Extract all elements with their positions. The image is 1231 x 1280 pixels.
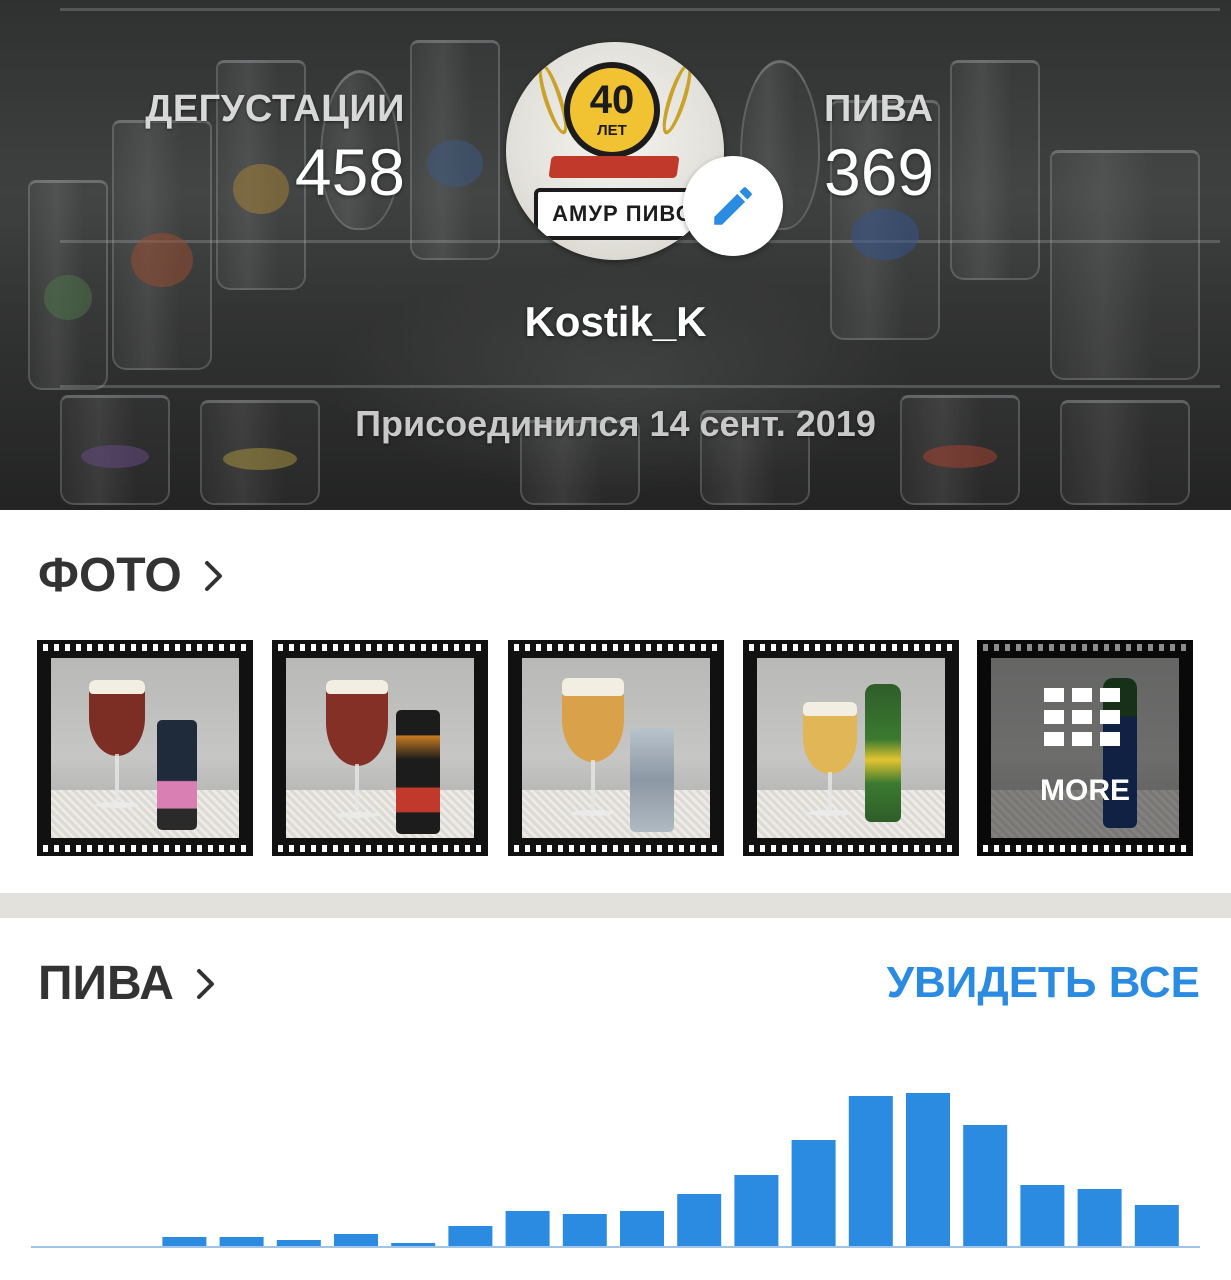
username: Kostik_K [524, 298, 707, 345]
logo-ribbon [548, 156, 680, 178]
edit-avatar-button[interactable] [683, 156, 783, 256]
see-all-link[interactable]: УВИДЕТЬ ВСЕ [887, 958, 1200, 1008]
histogram-bar [791, 1140, 836, 1246]
photo-image [522, 658, 710, 838]
more-overlay [977, 640, 1193, 856]
histogram-bar [734, 1175, 779, 1246]
histogram-bar [963, 1125, 1008, 1246]
beers-count[interactable]: 369 [824, 134, 934, 210]
photo-thumbnail[interactable] [272, 640, 488, 856]
film-perforation [278, 845, 482, 852]
beer-histogram [31, 1093, 1200, 1248]
photos-section-title[interactable]: ФОТО [38, 548, 224, 603]
more-label: MORE [1040, 774, 1130, 807]
histogram-bar [1134, 1205, 1179, 1246]
histogram-bar [505, 1211, 550, 1246]
logo-years: 40 [589, 78, 635, 122]
photo-thumbnail[interactable] [743, 640, 959, 856]
film-perforation [43, 644, 247, 651]
photo-image [286, 658, 474, 838]
section-divider [0, 893, 1231, 918]
film-perforation [43, 845, 247, 852]
photo-image [51, 658, 239, 838]
beers-title: ПИВА [38, 957, 174, 1010]
histogram-bar [848, 1096, 893, 1246]
profile-header: ДЕГУСТАЦИИ 458 ПИВА 369 40 ЛЕТ АМУР ПИВО… [0, 0, 1231, 510]
more-photos-button[interactable]: MORE [977, 640, 1193, 856]
chevron-right-icon [204, 560, 222, 591]
histogram-bar [276, 1240, 321, 1246]
beers-label: ПИВА [824, 88, 934, 130]
pencil-icon [714, 187, 752, 225]
grid-icon [1044, 688, 1120, 746]
histogram-bar [620, 1211, 664, 1246]
tastings-count[interactable]: 458 [295, 134, 405, 210]
histogram-bar [562, 1214, 607, 1246]
histogram-bar [391, 1243, 436, 1246]
histogram-bar [1077, 1189, 1122, 1246]
joined-date: Присоединился 14 сент. 2019 [355, 403, 876, 444]
logo-wreath [657, 61, 697, 137]
film-perforation [983, 845, 1187, 852]
photo-image [757, 658, 945, 838]
film-perforation [514, 845, 718, 852]
histogram-bar [906, 1093, 950, 1246]
photos-title: ФОТО [38, 549, 182, 602]
histogram-bar [1020, 1185, 1065, 1246]
film-perforation [278, 644, 482, 651]
chevron-right-icon [196, 968, 214, 999]
film-perforation [514, 644, 718, 651]
logo-years-word: ЛЕТ [597, 122, 627, 139]
tastings-label: ДЕГУСТАЦИИ [145, 88, 405, 130]
film-perforation [749, 644, 953, 651]
histogram-bar [334, 1234, 378, 1246]
beers-section-title[interactable]: ПИВА [38, 956, 216, 1011]
histogram-bar [448, 1226, 493, 1246]
photo-thumbnail[interactable] [508, 640, 724, 856]
photo-thumbnail[interactable] [37, 640, 253, 856]
film-perforation [749, 845, 953, 852]
histogram-bar [219, 1237, 264, 1246]
histogram-bar [162, 1237, 207, 1246]
logo-badge: 40 ЛЕТ [564, 62, 660, 158]
histogram-bar [677, 1194, 722, 1246]
